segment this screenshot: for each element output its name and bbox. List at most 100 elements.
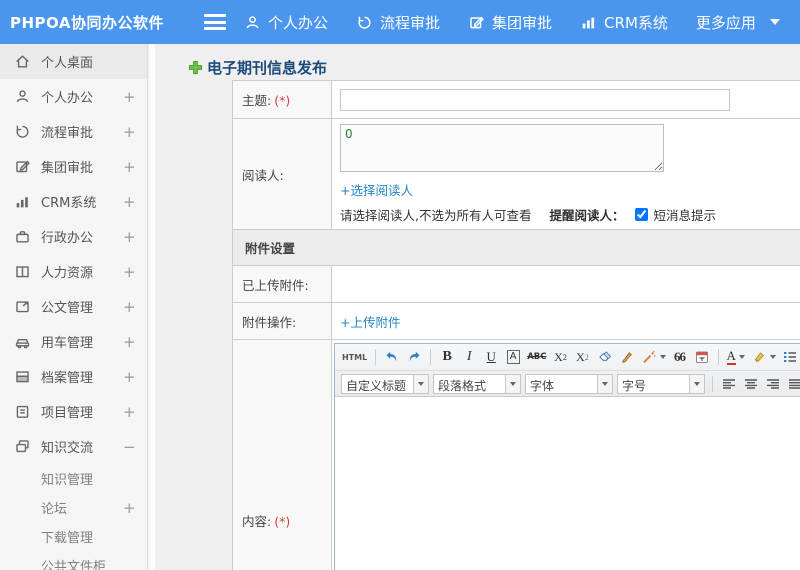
sidebar-subitem-download-management[interactable]: 下载管理 xyxy=(0,522,147,551)
app-logo: PHPOA协同办公软件 xyxy=(10,13,164,32)
blockquote-button[interactable]: 66 xyxy=(670,347,690,368)
caret-down-icon xyxy=(659,355,666,359)
ordered-list-icon xyxy=(783,352,796,362)
font-border-button[interactable]: A xyxy=(506,350,520,364)
subject-label-cell: 主题: (*) xyxy=(232,80,332,119)
html-source-button[interactable]: HTML xyxy=(340,347,369,368)
subject-input[interactable] xyxy=(340,88,730,111)
brush-icon xyxy=(621,351,632,363)
sidebar-item-personal-office[interactable]: 个人办公 + xyxy=(0,79,147,114)
highlight-color-button[interactable] xyxy=(749,347,778,368)
align-left-button[interactable] xyxy=(719,373,739,394)
attachment-operation-row: 附件操作: +上传附件 xyxy=(232,302,800,340)
sidebar-item-workflow-approval[interactable]: 流程审批 + xyxy=(0,114,147,149)
uploaded-attachments-value xyxy=(331,265,800,303)
redo-button[interactable] xyxy=(404,347,424,368)
remind-readers-label: 提醒阅读人： xyxy=(549,208,625,223)
sidebar-item-knowledge-exchange[interactable]: 知识交流 − xyxy=(0,429,147,464)
expand-plus[interactable]: + xyxy=(123,333,136,351)
bold-button[interactable]: B xyxy=(437,347,457,368)
expand-plus[interactable]: + xyxy=(123,158,136,176)
expand-plus[interactable]: + xyxy=(123,263,136,281)
sidebar-item-administration[interactable]: 行政办公 + xyxy=(0,219,147,254)
top-header: PHPOA协同办公软件 个人办公 流程审批 集团审批 CRM系统 更多应用 xyxy=(0,0,800,44)
caret-down-icon xyxy=(413,374,428,393)
expand-plus[interactable]: + xyxy=(123,193,136,211)
sidebar-item-personal-desktop[interactable]: 个人桌面 xyxy=(0,44,147,79)
history-icon xyxy=(356,14,373,31)
nav-personal-office[interactable]: 个人办公 xyxy=(244,12,328,33)
subject-label: 主题: xyxy=(242,93,272,108)
justify-button[interactable] xyxy=(785,373,800,394)
superscript-button[interactable]: X2 xyxy=(551,347,571,368)
sms-remind-checkbox[interactable] xyxy=(634,208,648,221)
chat-icon xyxy=(14,438,31,455)
expand-plus[interactable]: + xyxy=(123,88,136,106)
sidebar-item-vehicle-management[interactable]: 用车管理 + xyxy=(0,324,147,359)
expand-minus[interactable]: − xyxy=(123,438,136,456)
expand-plus[interactable]: + xyxy=(123,403,136,421)
sidebar-subitem-public-file-cabinet[interactable]: 公共文件柜 xyxy=(0,551,147,570)
home-icon xyxy=(14,53,31,70)
readers-textarea[interactable]: 0 xyxy=(340,124,664,172)
insert-date-button[interactable] xyxy=(692,347,712,368)
readers-label: 阅读人: xyxy=(242,167,284,183)
auto-typeset-button[interactable] xyxy=(639,347,668,368)
editor-content[interactable] xyxy=(335,397,800,570)
italic-button[interactable]: I xyxy=(459,347,479,368)
green-plus-icon xyxy=(188,60,203,75)
nav-more-apps[interactable]: 更多应用 xyxy=(696,12,756,33)
menu-icon[interactable] xyxy=(204,14,226,30)
sidebar-item-project-management[interactable]: 项目管理 + xyxy=(0,394,147,429)
archive-icon xyxy=(14,368,31,385)
clipboard-icon xyxy=(14,403,31,420)
sidebar-item-group-approval[interactable]: 集团审批 + xyxy=(0,149,147,184)
select-readers-link[interactable]: +选择阅读人 xyxy=(340,180,800,199)
sidebar-subitem-knowledge-management[interactable]: 知识管理 xyxy=(0,464,147,493)
main-content: 电子期刊信息发布 主题: (*) 阅读人: 0 +选择阅读人 请选择阅读人,不选… xyxy=(155,44,800,570)
sidebar-subitem-forum[interactable]: 论坛 + xyxy=(0,493,147,522)
expand-plus[interactable]: + xyxy=(123,298,136,316)
chart-icon xyxy=(14,193,31,210)
highlighter-icon xyxy=(754,352,764,362)
redo-icon xyxy=(409,351,420,362)
underline-button[interactable]: U xyxy=(481,347,501,368)
align-center-button[interactable] xyxy=(741,373,761,394)
remove-format-button[interactable] xyxy=(595,347,615,368)
readers-hint: 请选择阅读人,不选为所有人可查看 xyxy=(340,208,532,223)
rich-text-editor: HTML B I U A ABC X 2 X 2 66 A 自定义标题 段落格式… xyxy=(334,343,800,570)
expand-plus[interactable]: + xyxy=(123,228,136,246)
upload-attachment-link[interactable]: +上传附件 xyxy=(340,315,400,330)
expand-plus[interactable]: + xyxy=(123,368,136,386)
strikethrough-button[interactable]: ABC xyxy=(525,347,548,368)
undo-button[interactable] xyxy=(382,347,402,368)
align-left-icon xyxy=(723,378,735,389)
font-color-button[interactable]: A xyxy=(725,347,747,368)
paragraph-format-select[interactable]: 段落格式 xyxy=(433,373,521,394)
caret-down-icon xyxy=(769,355,776,359)
expand-plus[interactable]: + xyxy=(123,123,136,141)
nav-group-approval[interactable]: 集团审批 xyxy=(468,12,552,33)
nav-crm-system[interactable]: CRM系统 xyxy=(580,12,668,33)
ordered-list-button[interactable] xyxy=(780,347,800,368)
edit-icon xyxy=(468,14,485,31)
sidebar-item-archive-management[interactable]: 档案管理 + xyxy=(0,359,147,394)
align-right-button[interactable] xyxy=(763,373,783,394)
uploaded-label: 已上传附件: xyxy=(232,265,332,303)
custom-title-select[interactable]: 自定义标题 xyxy=(341,373,429,394)
caret-down-icon[interactable] xyxy=(769,19,780,25)
font-size-select[interactable]: 字号 xyxy=(617,373,705,394)
undo-icon xyxy=(386,351,397,362)
font-family-select[interactable]: 字体 xyxy=(525,373,613,394)
sidebar-item-official-documents[interactable]: 公文管理 + xyxy=(0,289,147,324)
expand-plus[interactable]: + xyxy=(123,499,136,517)
subscript-button[interactable]: X2 xyxy=(573,347,593,368)
sidebar-item-human-resources[interactable]: 人力资源 + xyxy=(0,254,147,289)
sidebar-item-crm-system[interactable]: CRM系统 + xyxy=(0,184,147,219)
editor-toolbar-row-1: HTML B I U A ABC X 2 X 2 66 A xyxy=(335,344,800,370)
caret-down-icon xyxy=(597,374,612,393)
format-painter-button[interactable] xyxy=(617,347,637,368)
caret-down-icon xyxy=(738,355,745,359)
nav-workflow-approval[interactable]: 流程审批 xyxy=(356,12,440,33)
app-window: PHPOA协同办公软件 个人办公 流程审批 集团审批 CRM系统 更多应用 个人… xyxy=(0,0,800,570)
